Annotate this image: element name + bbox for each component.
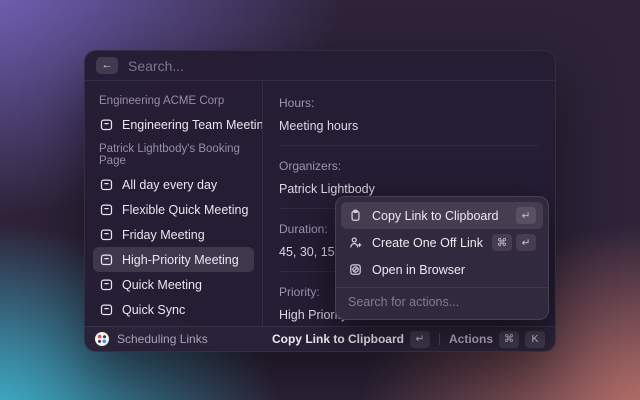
actions-menu-item-label: Create One Off Link (372, 236, 483, 250)
back-arrow-icon: ← (102, 60, 113, 71)
list-item-label: All day every day (122, 178, 217, 192)
list-item[interactable]: Friday Meeting (93, 222, 254, 247)
actions-menu-item[interactable]: Copy Link to Clipboard ↵ (341, 202, 543, 229)
key-badge: ⌘ (492, 234, 512, 251)
app-name: Scheduling Links (117, 332, 208, 346)
actions-search-input[interactable] (348, 291, 536, 313)
calendar-icon (99, 252, 114, 267)
list-item-label: High-Priority Meeting (122, 253, 239, 267)
actions-menu-items: Copy Link to Clipboard↵Create One Off Li… (341, 202, 543, 283)
detail-field-label: Organizers: (279, 159, 539, 173)
status-bar-actions: Copy Link to Clipboard ↵ Actions ⌘ K (272, 331, 545, 348)
list-item[interactable]: Flexible Quick Meeting (93, 197, 254, 222)
command-palette-window: ← Engineering ACME CorpEngineering Team … (84, 50, 556, 352)
calendar-icon (99, 277, 114, 292)
list-item[interactable]: Quick Meeting (93, 272, 254, 297)
detail-field-value: Meeting hours (279, 119, 539, 133)
enter-key-badge: ↵ (410, 331, 430, 348)
cmd-key-badge: ⌘ (499, 331, 519, 348)
actions-menu-item[interactable]: Open in Browser (341, 256, 543, 283)
list-item-label: Quick Meeting (122, 278, 202, 292)
key-badge: ↵ (516, 234, 536, 251)
list-item[interactable]: High-Priority Meeting (93, 247, 254, 272)
shortcut-badges: ↵ (516, 207, 536, 224)
clipboard-icon (348, 208, 363, 223)
search-header: ← (85, 51, 555, 81)
search-input[interactable] (128, 58, 544, 74)
list-item[interactable]: Engineering Team Meeting (93, 112, 254, 137)
shortcut-badges: ⌘↵ (492, 234, 536, 251)
actions-search (336, 287, 548, 314)
person-add-icon (348, 235, 363, 250)
desktop-background: ← Engineering ACME CorpEngineering Team … (0, 0, 640, 400)
status-bar: Scheduling Links Copy Link to Clipboard … (85, 326, 555, 351)
footer-divider (439, 333, 440, 345)
actions-menu-item-label: Open in Browser (372, 263, 465, 277)
scheduling-links-logo-icon (95, 332, 109, 346)
list-item-label: Flexible Quick Meeting (122, 203, 248, 217)
key-badge: ↵ (516, 207, 536, 224)
list-item-label: Engineering Team Meeting (122, 118, 263, 132)
primary-action-button[interactable]: Copy Link to Clipboard (272, 332, 404, 346)
meeting-list: Engineering ACME CorpEngineering Team Me… (85, 81, 263, 326)
list-item-label: Quick Sync (122, 303, 185, 317)
back-button[interactable]: ← (96, 57, 118, 74)
actions-menu-item[interactable]: Create One Off Link ⌘↵ (341, 229, 543, 256)
detail-field-label: Hours: (279, 96, 539, 110)
calendar-icon (99, 227, 114, 242)
list-item[interactable]: Quick Sync (93, 297, 254, 322)
calendar-icon (99, 302, 114, 317)
calendar-icon (99, 177, 114, 192)
section-header: Engineering ACME Corp (93, 89, 254, 112)
k-key-badge: K (525, 331, 545, 348)
calendar-icon (99, 117, 114, 132)
actions-menu: Copy Link to Clipboard↵Create One Off Li… (335, 196, 549, 320)
detail-field-value: Patrick Lightbody (279, 182, 539, 196)
actions-button[interactable]: Actions (449, 332, 493, 346)
list-item[interactable]: All day every day (93, 172, 254, 197)
section-header: Patrick Lightbody's Booking Page (93, 137, 254, 172)
list-item-label: Friday Meeting (122, 228, 205, 242)
actions-menu-item-label: Copy Link to Clipboard (372, 209, 498, 223)
calendar-icon (99, 202, 114, 217)
detail-field: Hours: Meeting hours (279, 92, 539, 146)
browser-icon (348, 262, 363, 277)
